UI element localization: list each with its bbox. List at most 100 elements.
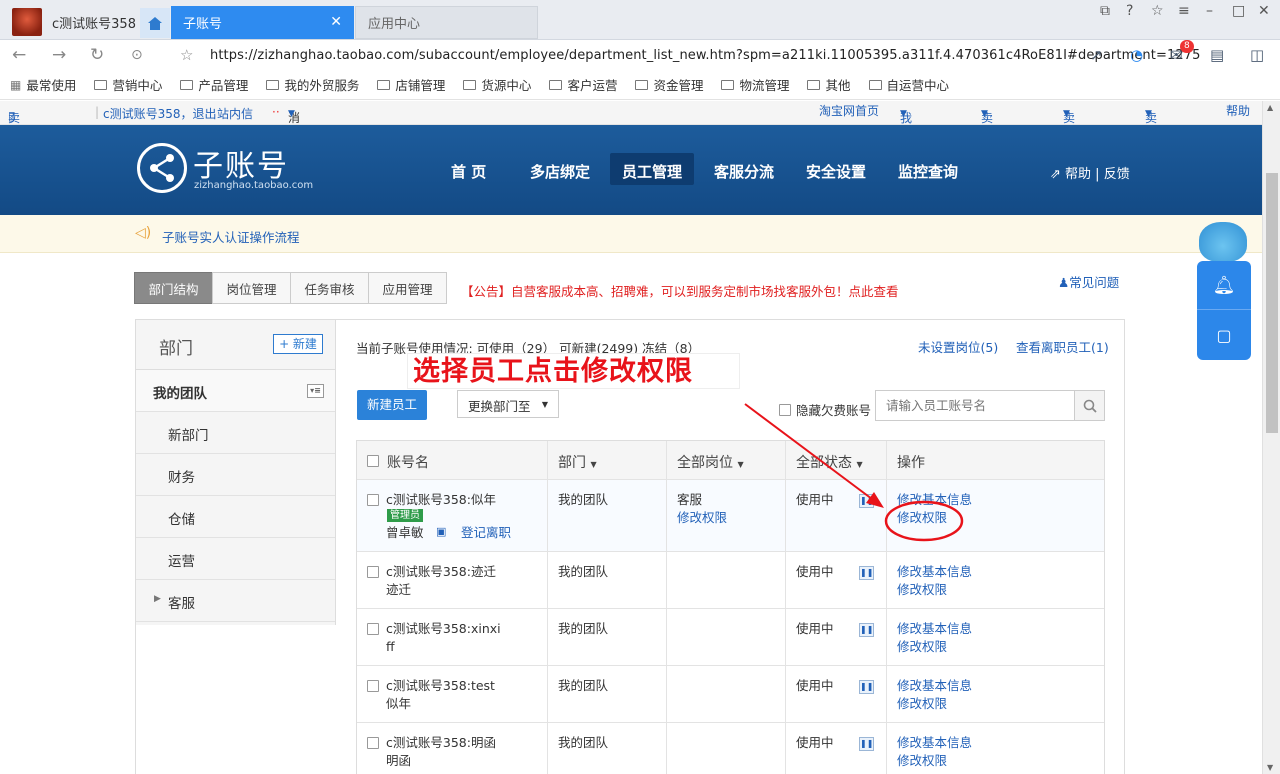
caret-right-icon[interactable]: ▶ xyxy=(154,594,161,604)
bookmark-folder[interactable]: 其他 xyxy=(807,75,851,94)
new-employee-button[interactable]: 新建员工 xyxy=(357,390,427,420)
bookmark-folder[interactable]: 营销中心 xyxy=(94,75,162,94)
bookmark-folder[interactable]: 自运营中心 xyxy=(868,75,949,94)
edit-basic-info-link[interactable]: 修改基本信息 xyxy=(897,677,972,695)
nav-home[interactable]: 首 页 xyxy=(451,161,486,182)
reader-icon[interactable]: ▤ xyxy=(1210,46,1224,64)
pause-icon[interactable]: ❚❚ xyxy=(859,623,874,637)
edit-permission-link[interactable]: 修改权限 xyxy=(897,752,947,770)
scrollbar-thumb[interactable] xyxy=(1266,173,1278,433)
dept-item[interactable]: 仓储 xyxy=(136,496,335,538)
reload-icon[interactable]: ↻ xyxy=(90,45,104,65)
nav-cs-routing[interactable]: 客服分流 xyxy=(714,161,774,182)
tab-task-review[interactable]: 任务审核 xyxy=(290,272,369,304)
scroll-down-icon[interactable]: ▼ xyxy=(1267,763,1273,772)
star-icon[interactable]: ☆ xyxy=(180,46,193,64)
tab-position-management[interactable]: 岗位管理 xyxy=(212,272,291,304)
logo-icon[interactable] xyxy=(137,143,187,193)
nav-monitoring[interactable]: 监控查询 xyxy=(898,161,958,182)
departed-employees-link[interactable]: 查看离职员工(1) xyxy=(1016,337,1109,356)
header-position-filter[interactable]: 全部岗位 ▼ xyxy=(667,441,786,479)
url-field[interactable]: https://zizhanghao.taobao.com/subaccount… xyxy=(210,48,1200,63)
hide-arrears-checkbox[interactable] xyxy=(779,403,791,416)
help-link[interactable]: 帮助 xyxy=(1226,102,1250,119)
menu-icon[interactable]: ≡ xyxy=(1178,3,1190,19)
row-checkbox[interactable] xyxy=(367,494,379,506)
real-name-auth-link[interactable]: 子账号实人认证操作流程 xyxy=(162,227,300,246)
search-button[interactable] xyxy=(1074,391,1104,420)
edit-permission-link[interactable]: 修改权限 xyxy=(897,581,947,599)
inbox-link[interactable]: 站内信 xyxy=(217,105,253,122)
bookmark-folder[interactable]: 货源中心 xyxy=(463,75,531,94)
edit-basic-info-link[interactable]: 修改基本信息 xyxy=(897,620,972,638)
help-icon[interactable]: ? xyxy=(1126,3,1133,19)
bookmark-folder[interactable]: 资金管理 xyxy=(635,75,703,94)
nav-staff-management[interactable]: 员工管理 xyxy=(622,161,682,182)
bookmark-folder[interactable]: 店铺管理 xyxy=(377,75,445,94)
page-scrollbar[interactable]: ▲ ▼ xyxy=(1262,101,1280,774)
bookmark-folder[interactable]: 产品管理 xyxy=(180,75,248,94)
row-checkbox[interactable] xyxy=(367,680,379,692)
bag-icon[interactable]: ◫ xyxy=(1250,46,1264,64)
skin-icon[interactable]: ⧉ xyxy=(1100,3,1110,19)
scroll-up-icon[interactable]: ▲ xyxy=(1267,103,1273,112)
employee-search-input[interactable] xyxy=(876,391,1072,420)
nav-multi-store[interactable]: 多店绑定 xyxy=(530,161,590,182)
pause-icon[interactable]: ❚❚ xyxy=(859,566,874,580)
bookmark-folder[interactable]: 我的外贸服务 xyxy=(266,75,359,94)
list-menu-icon[interactable]: ▾≡ xyxy=(307,384,324,398)
share-icon[interactable]: ↗ xyxy=(1090,46,1103,64)
bell-icon[interactable]: 🔔︎ xyxy=(1197,261,1251,310)
window-close-icon[interactable]: ✕ xyxy=(1258,3,1270,19)
tab-app-center[interactable]: 应用中心 xyxy=(355,6,538,39)
change-dept-select[interactable]: 更换部门至 ▼ xyxy=(457,390,559,418)
new-dept-button[interactable]: + 新建 xyxy=(273,334,323,354)
position-edit-perm-link[interactable]: 修改权限 xyxy=(677,509,727,527)
edit-basic-info-link[interactable]: 修改基本信息 xyxy=(897,491,972,509)
pause-icon[interactable]: ❚❚ xyxy=(859,494,874,508)
bookmark-most-used[interactable]: ▦ 最常使用 xyxy=(10,75,76,94)
account-avatar[interactable] xyxy=(12,8,42,36)
shirt-icon[interactable]: ☆ xyxy=(1151,3,1164,19)
shield-icon[interactable]: ⊙ xyxy=(131,47,143,63)
select-all-checkbox[interactable] xyxy=(367,455,379,467)
chat-icon[interactable]: ▢ xyxy=(1197,311,1251,360)
dept-item-my-team[interactable]: 我的团队 ▾≡ xyxy=(136,370,335,412)
edit-permission-link[interactable]: 修改权限 xyxy=(897,695,947,713)
back-icon[interactable]: ← xyxy=(12,45,26,65)
taobao-home-link[interactable]: 淘宝网首页 xyxy=(819,102,879,119)
tab-app-management[interactable]: 应用管理 xyxy=(368,272,447,304)
pause-icon[interactable]: ❚❚ xyxy=(859,680,874,694)
unset-position-link[interactable]: 未设置岗位(5) xyxy=(918,337,998,356)
bookmark-folder[interactable]: 客户运营 xyxy=(549,75,617,94)
header-status-filter[interactable]: 全部状态 ▼ xyxy=(786,441,887,479)
bookmark-folder[interactable]: 物流管理 xyxy=(721,75,789,94)
help-feedback-link[interactable]: ⇗ 帮助 | 反馈 xyxy=(1050,163,1130,182)
mascot-icon[interactable] xyxy=(1199,222,1247,262)
header-dept-filter[interactable]: 部门 ▼ xyxy=(548,441,667,479)
close-icon[interactable]: ✕ xyxy=(330,14,342,30)
announcement-link[interactable]: 【公告】自营客服成本高、招聘难，可以到服务定制市场找客服外包！点此查看 xyxy=(461,281,899,300)
register-departure-link[interactable]: 登记离职 xyxy=(461,524,511,542)
edit-basic-info-link[interactable]: 修改基本信息 xyxy=(897,734,972,752)
tab-dept-structure[interactable]: 部门结构 xyxy=(134,272,213,304)
home-tab[interactable] xyxy=(140,8,170,38)
edit-basic-info-link[interactable]: 修改基本信息 xyxy=(897,563,972,581)
nav-security[interactable]: 安全设置 xyxy=(806,161,866,182)
edit-permission-link[interactable]: 修改权限 xyxy=(897,638,947,656)
user-logout-link[interactable]: c测试账号358，退出 xyxy=(103,105,217,122)
row-checkbox[interactable] xyxy=(367,566,379,578)
row-checkbox[interactable] xyxy=(367,623,379,635)
row-checkbox[interactable] xyxy=(367,737,379,749)
logo-title[interactable]: 子账号 xyxy=(193,141,289,185)
maximize-icon[interactable]: □ xyxy=(1232,3,1245,19)
dept-item[interactable]: 新部门 xyxy=(136,412,335,454)
register-icon[interactable]: ▣ xyxy=(436,523,446,541)
forward-icon[interactable]: → xyxy=(52,45,66,65)
edit-permission-link[interactable]: 修改权限 xyxy=(897,509,947,527)
tab-subaccount[interactable]: 子账号 ✕ xyxy=(171,6,354,39)
pause-icon[interactable]: ❚❚ xyxy=(859,737,874,751)
dept-item-cs[interactable]: ▶ 客服 xyxy=(136,580,335,622)
hide-arrears-option[interactable]: 隐藏欠费账号 xyxy=(779,400,871,419)
dept-item[interactable]: 财务 xyxy=(136,454,335,496)
